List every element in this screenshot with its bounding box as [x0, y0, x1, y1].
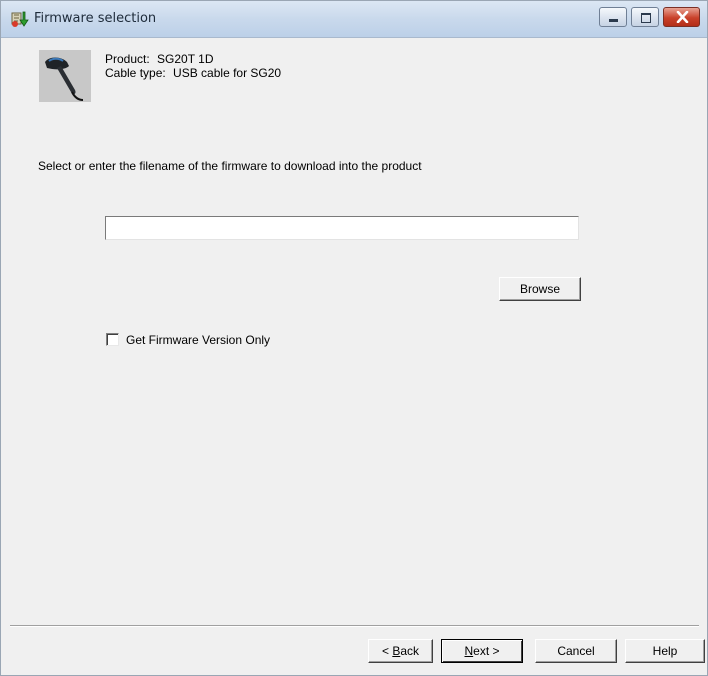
- back-rest: ack: [400, 644, 420, 658]
- firmware-version-only-label: Get Firmware Version Only: [126, 332, 271, 347]
- back-accelerator: B: [392, 644, 401, 658]
- maximize-button[interactable]: [631, 7, 659, 27]
- help-button[interactable]: Help: [625, 639, 705, 663]
- cable-label: Cable type:: [105, 66, 166, 80]
- next-button[interactable]: Next >: [441, 639, 523, 663]
- footer-divider: [10, 625, 699, 627]
- window-title: Firmware selection: [34, 11, 157, 26]
- product-label: Product:: [105, 52, 150, 66]
- browse-button[interactable]: Browse: [499, 277, 581, 301]
- back-prefix: <: [381, 644, 393, 658]
- firmware-filename-input[interactable]: [105, 216, 579, 240]
- cable-info: Cable type: USB cable for SG20: [105, 66, 281, 80]
- product-value: SG20T 1D: [157, 52, 214, 66]
- app-icon: [11, 11, 29, 27]
- close-button[interactable]: [663, 7, 700, 27]
- cable-value: USB cable for SG20: [173, 66, 282, 80]
- product-info: Product: SG20T 1D: [105, 52, 214, 66]
- close-icon: [676, 11, 689, 23]
- back-button[interactable]: < Back: [368, 639, 433, 663]
- firmware-version-only-option[interactable]: Get Firmware Version Only: [106, 332, 270, 347]
- firmware-version-only-checkbox[interactable]: [106, 333, 119, 346]
- next-rest: ext >: [473, 644, 500, 658]
- scanner-image: [39, 50, 91, 102]
- firmware-selection-window: Firmware selection Product: SG20T 1D Cab…: [0, 0, 708, 676]
- next-accelerator: N: [464, 644, 474, 658]
- cancel-button[interactable]: Cancel: [535, 639, 617, 663]
- title-bar[interactable]: Firmware selection: [1, 1, 707, 38]
- instruction-text: Select or enter the filename of the firm…: [38, 159, 422, 173]
- minimize-button[interactable]: [599, 7, 627, 27]
